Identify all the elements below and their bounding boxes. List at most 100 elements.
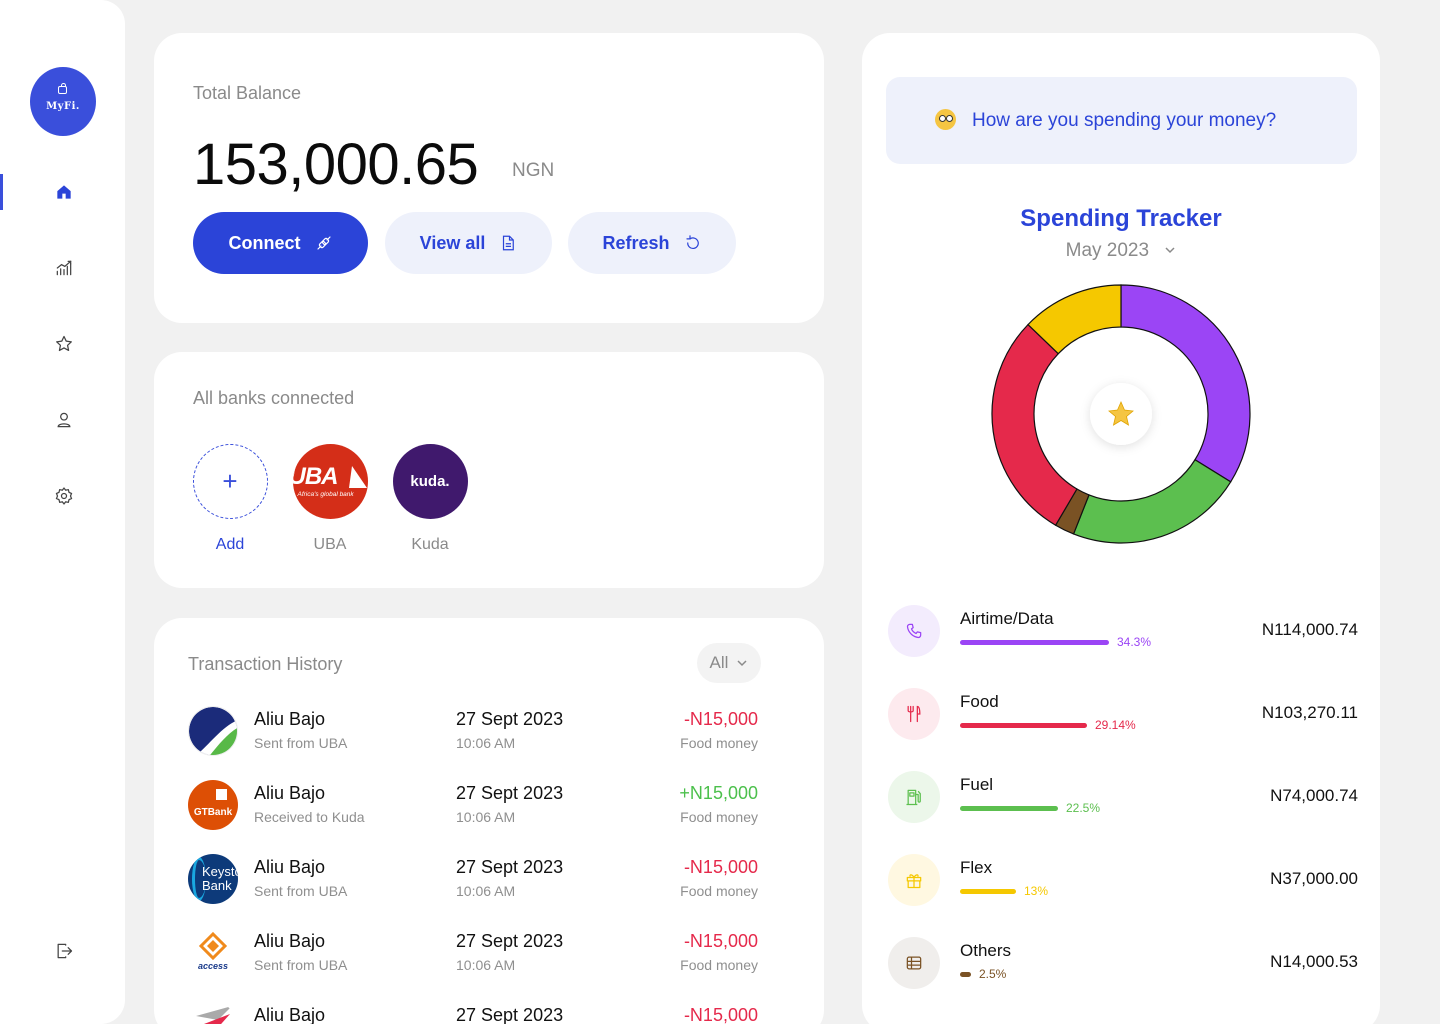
gear-icon (55, 487, 72, 505)
transaction-note: Food money (680, 883, 758, 899)
keystone-bank-logo: Keystone Bank (188, 854, 238, 904)
category-row[interactable]: Food 29.14% N103,270.11 (888, 688, 1358, 744)
transaction-date: 27 Sept 2023 (456, 931, 564, 951)
transaction-date: 27 Sept 2023 (456, 783, 564, 803)
logo-text: MyFi. (46, 101, 80, 112)
uba-bank-logo (188, 706, 238, 756)
sidebar-item-favorites[interactable] (0, 326, 125, 362)
transaction-note: Food money (680, 735, 758, 751)
transaction-filter-select[interactable]: All (697, 643, 761, 683)
transaction-amount: -N15,000 (683, 709, 758, 729)
view-all-button[interactable]: View all (385, 212, 552, 274)
transaction-row[interactable]: access Aliu Bajo Sent from UBA 27 Sept 2… (188, 928, 788, 984)
month-value: May 2023 (1065, 240, 1150, 261)
category-name: Others (960, 941, 1012, 960)
transaction-time: 10:06 AM (456, 809, 516, 825)
bank-label: Add (215, 536, 245, 553)
category-percent: 2.5% (979, 967, 1007, 981)
fuel-icon (906, 789, 921, 806)
transaction-name: Aliu Bajo (254, 709, 326, 729)
donut-segment-food[interactable] (991, 323, 1078, 527)
transaction-row[interactable]: Aliu Bajo Sent from UBA 27 Sept 2023 10:… (188, 706, 788, 762)
category-name: Food (960, 692, 999, 711)
transaction-row[interactable]: Keystone Bank Aliu Bajo Sent from UBA 27… (188, 854, 788, 910)
user-icon (57, 412, 70, 428)
bank-uba[interactable]: UBA Africa's global bank UBA (292, 444, 368, 554)
transaction-history-card: Transaction History All Aliu Bajo Sent f… (154, 618, 824, 1024)
gift-icon (906, 874, 922, 889)
thinking-emoji-icon (935, 109, 956, 130)
category-row[interactable]: Fuel 22.5% N74,000.74 (888, 771, 1358, 827)
logout-button[interactable] (0, 933, 125, 969)
kuda-logo-text: kuda. (410, 473, 450, 490)
sidebar-item-analytics[interactable] (0, 250, 125, 286)
plug-icon (316, 236, 331, 250)
spending-tracker-card: How are you spending your money? Spendin… (862, 33, 1380, 1024)
banks-card: All banks connected + Add UBA Africa's g… (154, 352, 824, 588)
balance-card: Total Balance 153,000.65 NGN Connect Vie… (154, 33, 824, 323)
add-bank-button[interactable]: + Add (192, 444, 268, 554)
category-name: Flex (960, 858, 993, 877)
category-row[interactable]: Flex 13% N37,000.00 (888, 854, 1358, 910)
sidebar: MyFi. (0, 0, 125, 1024)
category-amount: N37,000.00 (1270, 869, 1358, 888)
logout-icon (57, 943, 72, 959)
chevron-down-icon (737, 660, 747, 667)
donut-segment-fuel[interactable] (1072, 458, 1232, 544)
transaction-name: Aliu Bajo (254, 857, 326, 877)
transaction-source: Sent from UBA (254, 883, 348, 899)
spending-question-text: How are you spending your money? (972, 110, 1277, 131)
category-row[interactable]: Airtime/Data 34.3% N114,000.74 (888, 605, 1358, 661)
plus-icon: + (192, 444, 268, 519)
category-amount: N114,000.74 (1261, 620, 1358, 639)
chevron-down-icon (1165, 247, 1175, 254)
category-row[interactable]: Others 2.5% N14,000.53 (888, 937, 1358, 993)
category-name: Fuel (960, 775, 994, 794)
connect-label: Connect (228, 232, 301, 253)
transaction-date: 27 Sept 2023 (456, 857, 564, 877)
transaction-amount: -N15,000 (683, 1005, 758, 1024)
category-progress-bar (960, 806, 1058, 811)
category-progress-bar (960, 723, 1087, 728)
transaction-amount: -N15,000 (683, 857, 758, 877)
transaction-row[interactable]: GTBank Aliu Bajo Received to Kuda 27 Sep… (188, 780, 788, 836)
cutlery-icon (907, 705, 921, 723)
transaction-row[interactable]: Aliu Bajo 27 Sept 2023 -N15,000 (188, 1002, 788, 1024)
spending-question-banner: How are you spending your money? (886, 77, 1357, 164)
category-amount: N103,270.11 (1261, 703, 1358, 722)
category-icon-wrap (888, 937, 940, 989)
chart-icon (56, 260, 71, 276)
balance-amount: 153,000.65 (193, 132, 479, 197)
sidebar-item-home[interactable] (0, 174, 125, 210)
transaction-name: Aliu Bajo (254, 931, 326, 951)
access-bank-logo: access (188, 928, 238, 978)
month-selector[interactable]: May 2023 (862, 240, 1380, 262)
app-logo[interactable]: MyFi. (30, 67, 96, 136)
active-indicator (0, 174, 3, 210)
refresh-icon (685, 235, 699, 249)
uba-tagline: Africa's global bank (297, 491, 354, 498)
gtbank-logo: GTBank (188, 780, 238, 830)
donut-segment-airtime-data[interactable] (1120, 284, 1251, 483)
kuda-logo: kuda. (392, 444, 468, 519)
bank-label: Kuda (411, 536, 449, 553)
bank-kuda[interactable]: kuda. Kuda (392, 444, 468, 554)
category-percent: 29.14% (1095, 718, 1136, 732)
connect-button[interactable]: Connect (193, 212, 368, 274)
sidebar-item-profile[interactable] (0, 402, 125, 438)
category-icon-wrap (888, 605, 940, 657)
category-percent: 13% (1024, 884, 1049, 898)
transaction-amount: +N15,000 (679, 783, 758, 803)
transaction-name: Aliu Bajo (254, 1005, 326, 1024)
list-icon (906, 956, 922, 970)
refresh-button[interactable]: Refresh (568, 212, 736, 274)
transaction-source: Received to Kuda (254, 809, 365, 825)
category-icon-wrap (888, 688, 940, 740)
sidebar-item-settings[interactable] (0, 478, 125, 514)
category-amount: N74,000.74 (1270, 786, 1358, 805)
bank-label: UBA (313, 536, 347, 553)
uba-mark-icon (348, 466, 367, 488)
category-icon-wrap (888, 771, 940, 823)
category-amount: N14,000.53 (1270, 952, 1358, 971)
transaction-date: 27 Sept 2023 (456, 1005, 564, 1024)
